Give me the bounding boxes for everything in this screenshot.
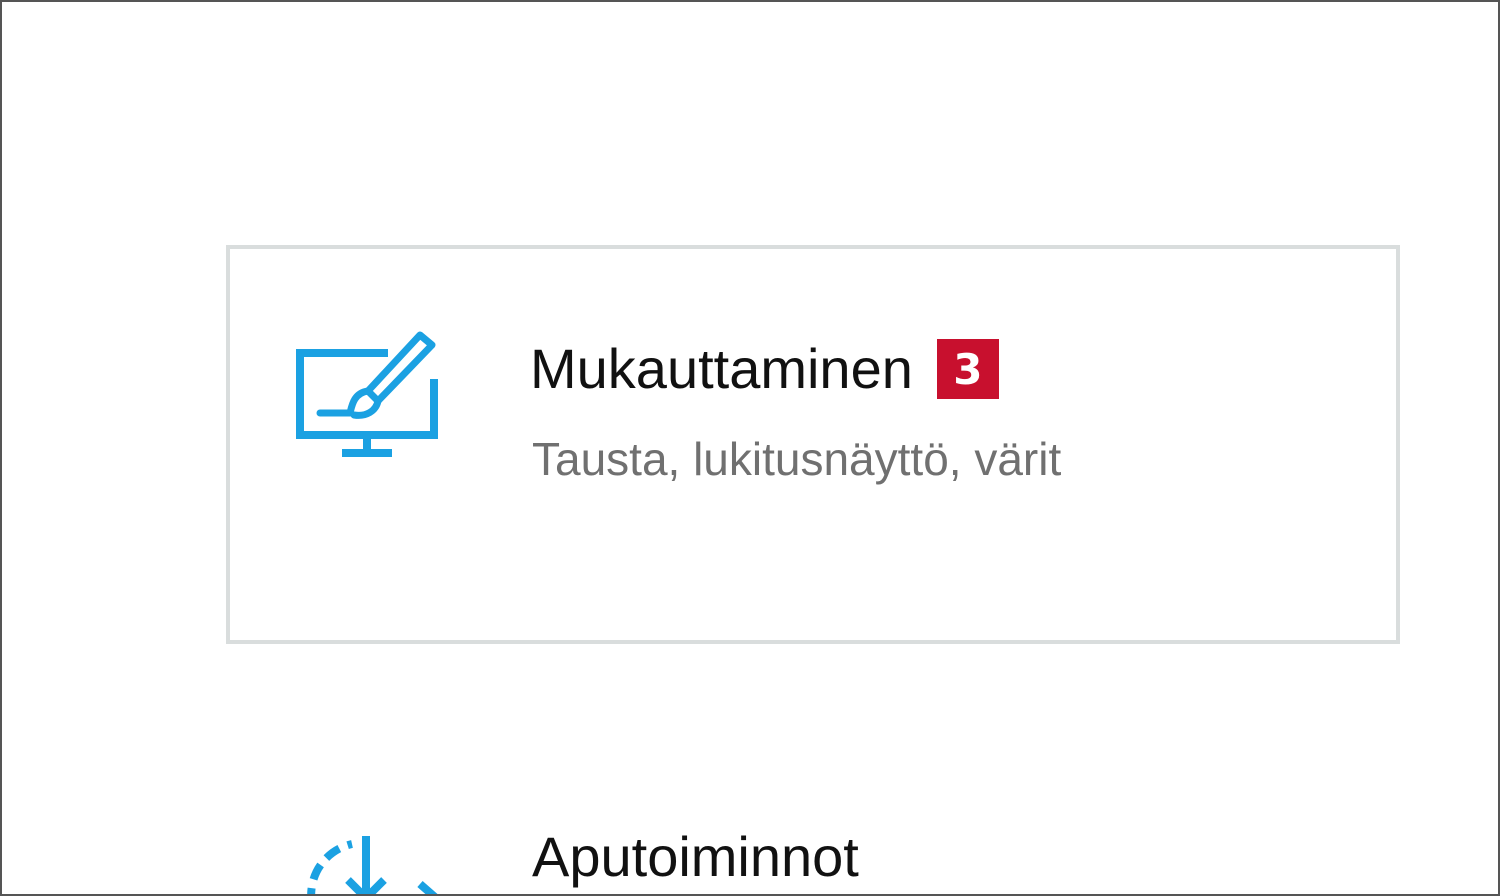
personalization-icon <box>296 331 438 461</box>
settings-tile-personalization[interactable]: Mukauttaminen 3 Tausta, lukitusnäyttö, v… <box>226 245 1400 644</box>
tile-subtitle: Tausta, lukitusnäyttö, värit <box>532 433 1062 485</box>
accessibility-icon <box>292 814 442 894</box>
tile-title: Aputoiminnot <box>532 825 859 888</box>
tile-title: Mukauttaminen <box>530 337 913 400</box>
settings-tile-accessibility[interactable]: Aputoiminnot <box>2 792 1498 894</box>
tile-title-row: Mukauttaminen 3 <box>530 337 999 401</box>
step-badge: 3 <box>936 339 999 399</box>
settings-window: Mukauttaminen 3 Tausta, lukitusnäyttö, v… <box>0 0 1500 896</box>
